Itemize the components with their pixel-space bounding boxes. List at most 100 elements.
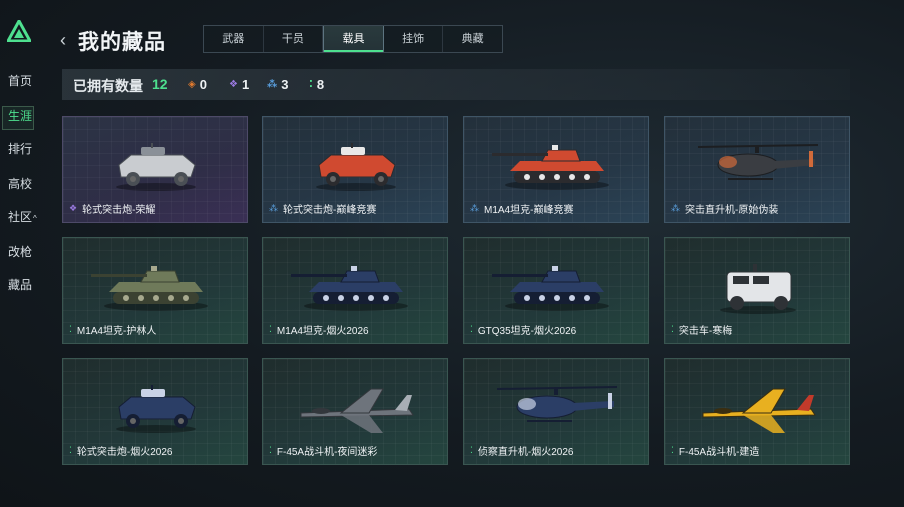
chevron-up-icon: ^ xyxy=(33,214,37,223)
rarity-blue-count: ⁂ 3 xyxy=(267,77,288,92)
vehicle-card[interactable]: ⁚ M1A4坦克-护林人 xyxy=(62,237,248,344)
tab-operators[interactable]: 干员 xyxy=(264,26,324,52)
vehicle-card-label: ⁂ 突击直升机-原始伪装 xyxy=(671,201,778,216)
tank-image xyxy=(492,145,609,190)
nav-community[interactable]: 社区^ xyxy=(0,205,46,229)
green-dots-icon: ⁚ xyxy=(269,324,272,334)
vehicle-name: 侦察直升机-烟火2026 xyxy=(477,447,574,458)
vehicle-card-label: ⁚ 轮式突击炮-烟火2026 xyxy=(69,443,172,458)
vehicle-card[interactable]: ⁚ 轮式突击炮-烟火2026 xyxy=(62,358,248,465)
page-title: 我的藏品 xyxy=(78,31,166,54)
rarity-count: 8 xyxy=(316,77,325,92)
vehicle-name: GTQ35坦克-烟火2026 xyxy=(477,326,577,337)
green-dots-icon: ⁚ xyxy=(269,445,272,455)
blue-triangle-icon: ⁂ xyxy=(671,203,680,213)
blue-triangle-icon: ⁂ xyxy=(267,79,278,90)
vehicle-card[interactable]: ❖ 轮式突击炮-荣耀 xyxy=(62,116,248,223)
sidebar: 首页生涯排行高校社区^ 改枪藏品 xyxy=(0,0,46,507)
back-button[interactable]: ‹ xyxy=(60,30,66,51)
vehicle-name: 突击车-寒梅 xyxy=(678,326,733,337)
jet-image xyxy=(300,388,414,433)
vehicle-name: 轮式突击炮-烟火2026 xyxy=(76,447,173,458)
tab-charms[interactable]: 挂饰 xyxy=(384,26,444,52)
jet-image xyxy=(702,388,816,433)
vehicle-card-label: ⁂ M1A4坦克-巅峰竞赛 xyxy=(470,201,573,216)
vehicle-card[interactable]: ⁚ M1A4坦克-烟火2026 xyxy=(262,237,448,344)
rarity-count: 1 xyxy=(241,77,250,92)
purple-diamond-icon: ❖ xyxy=(69,203,78,213)
vehicle-card[interactable]: ⁂ 轮式突击炮-巅峰竞赛 xyxy=(262,116,448,223)
vehicle-name: M1A4坦克-护林人 xyxy=(76,326,157,337)
rarity-count: 0 xyxy=(199,77,207,92)
armored-car-image xyxy=(116,143,196,191)
vehicle-card[interactable]: ⁚ GTQ35坦克-烟火2026 xyxy=(463,237,649,344)
vehicle-name: 突击直升机-原始伪装 xyxy=(685,205,779,216)
helicopter-image xyxy=(496,386,618,422)
tab-weapons[interactable]: 武器 xyxy=(204,26,264,52)
nav-collection[interactable]: 藏品 xyxy=(0,273,46,297)
nav-label: 排行 xyxy=(8,142,33,156)
nav-label: 藏品 xyxy=(8,278,33,292)
nav-label: 首页 xyxy=(8,74,33,88)
tab-vehicles[interactable]: 载具 xyxy=(323,26,384,52)
tank-image xyxy=(91,266,208,311)
tank-image xyxy=(291,266,408,311)
truck-image xyxy=(720,264,796,314)
orange-diamond-icon: ◈ xyxy=(188,79,196,90)
rarity-count: 3 xyxy=(281,77,289,92)
vehicle-name: F-45A战斗机-夜间迷彩 xyxy=(276,447,378,458)
vehicle-name: M1A4坦克-巅峰竞赛 xyxy=(484,205,574,216)
green-dots-icon: ⁚ xyxy=(671,445,674,455)
nav-label: 社区 xyxy=(8,210,33,224)
vehicle-name: F-45A战斗机-建造 xyxy=(678,447,760,458)
vehicle-card[interactable]: ⁚ 突击车-寒梅 xyxy=(664,237,850,344)
blue-triangle-icon: ⁂ xyxy=(269,203,278,213)
owned-count-label: 已拥有数量 xyxy=(73,78,143,94)
app-logo-icon xyxy=(7,20,31,42)
category-tabs: 武器 干员 载具 挂饰 典藏 xyxy=(203,25,503,53)
green-dots-icon: ⁚ xyxy=(470,324,473,334)
green-dots-icon: ⁚ xyxy=(671,324,674,334)
vehicle-card-label: ⁂ 轮式突击炮-巅峰竞赛 xyxy=(269,201,376,216)
owned-count-total: 12 xyxy=(152,76,168,92)
nav-career[interactable]: 生涯 xyxy=(0,104,46,130)
vehicle-card-label: ⁚ M1A4坦克-烟火2026 xyxy=(269,322,369,337)
nav-ranking[interactable]: 排行 xyxy=(0,137,46,161)
nav-label: 生涯 xyxy=(8,109,33,123)
blue-triangle-icon: ⁂ xyxy=(470,203,479,213)
tab-collection[interactable]: 典藏 xyxy=(443,26,502,52)
green-dots-icon: ⁚ xyxy=(470,445,473,455)
green-dots-icon: ⁚ xyxy=(309,79,313,90)
owned-count-bar: 已拥有数量 12 ◈ 0 ❖ 1 ⁂ 3 ⁚ 8 xyxy=(62,69,850,100)
helicopter-image xyxy=(697,144,819,180)
nav-label: 改枪 xyxy=(8,245,33,259)
vehicle-card-label: ⁚ M1A4坦克-护林人 xyxy=(69,322,156,337)
vehicle-card[interactable]: ⁂ 突击直升机-原始伪装 xyxy=(664,116,850,223)
rarity-purple-count: ❖ 1 xyxy=(229,77,249,92)
vehicle-name: M1A4坦克-烟火2026 xyxy=(276,326,369,337)
tank-image xyxy=(492,266,609,311)
vehicle-card[interactable]: ⁚ F-45A战斗机-夜间迷彩 xyxy=(262,358,448,465)
vehicle-name: 轮式突击炮-巅峰竞赛 xyxy=(283,205,377,216)
armored-car-image xyxy=(116,385,196,433)
vehicle-card-label: ⁚ F-45A战斗机-夜间迷彩 xyxy=(269,443,377,458)
green-dots-icon: ⁚ xyxy=(69,445,72,455)
nav-university[interactable]: 高校 xyxy=(0,172,46,196)
green-dots-icon: ⁚ xyxy=(69,324,72,334)
vehicle-card[interactable]: ⁂ M1A4坦克-巅峰竞赛 xyxy=(463,116,649,223)
nav-label: 高校 xyxy=(8,177,33,191)
vehicle-card-label: ❖ 轮式突击炮-荣耀 xyxy=(69,201,155,216)
rarity-orange-count: ◈ 0 xyxy=(188,77,207,92)
vehicle-card-label: ⁚ GTQ35坦克-烟火2026 xyxy=(470,322,576,337)
nav-gunsmith[interactable]: 改枪 xyxy=(0,240,46,264)
vehicle-card-label: ⁚ F-45A战斗机-建造 xyxy=(671,443,759,458)
vehicle-card-label: ⁚ 侦察直升机-烟火2026 xyxy=(470,443,573,458)
rarity-green-count: ⁚ 8 xyxy=(309,77,324,92)
nav-home[interactable]: 首页 xyxy=(0,69,46,93)
vehicle-card[interactable]: ⁚ F-45A战斗机-建造 xyxy=(664,358,850,465)
vehicle-card[interactable]: ⁚ 侦察直升机-烟火2026 xyxy=(463,358,649,465)
armored-car-image xyxy=(316,143,396,191)
purple-diamond-icon: ❖ xyxy=(229,79,238,90)
vehicle-card-label: ⁚ 突击车-寒梅 xyxy=(671,322,732,337)
vehicle-name: 轮式突击炮-荣耀 xyxy=(82,205,156,216)
